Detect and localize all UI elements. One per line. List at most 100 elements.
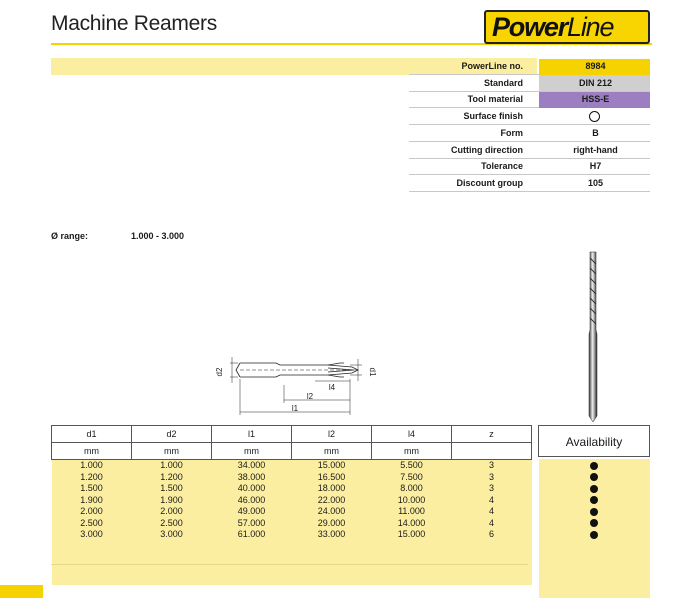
availability-header: Availability <box>538 425 650 457</box>
availability-dot <box>590 530 598 539</box>
unit-cell: mm <box>131 442 212 460</box>
table-row: 3.000 3.000 61.000 33.000 15.000 6 <box>51 529 532 541</box>
spec-label: PowerLine no. <box>461 61 523 71</box>
availability-dot <box>590 496 598 504</box>
column-header: l2 <box>291 425 372 443</box>
spec-value: B <box>592 127 599 138</box>
table-row: 2.500 2.500 57.000 29.000 14.000 4 <box>51 517 532 529</box>
table-cell: 1.200 <box>51 471 132 483</box>
page-title: Machine Reamers <box>51 12 217 35</box>
spec-value: HSS-E <box>581 94 610 105</box>
dimension-table: d1 d2 l1 l2 l4 z mm mm mm mm mm 1.000 1.000 34.000 1… <box>51 425 532 585</box>
table-cell: 29.000 <box>291 517 372 529</box>
label-l4: l4 <box>329 383 336 392</box>
table-cell: 1.500 <box>131 483 212 495</box>
range-value: 1.000 - 3.000 <box>131 231 185 241</box>
reamer-tool-image <box>588 251 598 423</box>
table-cell: 1.000 <box>131 459 212 472</box>
table-cell: 1.500 <box>51 483 132 495</box>
spec-label: Tolerance <box>481 161 523 172</box>
corner-accent <box>0 585 43 598</box>
powerline-logo-text: PowerLine <box>492 12 614 43</box>
table-row: 1.200 1.200 38.000 16.500 7.500 3 <box>51 471 532 483</box>
unit-cell <box>451 442 532 460</box>
spec-label: Tool material <box>467 94 523 105</box>
table-cell: 57.000 <box>211 517 292 529</box>
table-cell: 3 <box>451 483 532 495</box>
table-cell: 2.000 <box>131 506 212 518</box>
spec-value: right-hand <box>573 144 618 155</box>
table-row: 1.000 1.000 34.000 15.000 5.500 3 <box>51 459 532 472</box>
table-cell: 8.000 <box>371 483 452 495</box>
availability-dot <box>590 519 598 527</box>
table-cell: 18.000 <box>291 483 372 495</box>
spec-label: Surface finish <box>463 111 523 122</box>
spec-label: Cutting direction <box>451 144 523 155</box>
table-cell: 10.000 <box>371 494 452 506</box>
label-d2: d2 <box>215 367 224 376</box>
label-l1: l1 <box>292 404 299 413</box>
table-cell: 2.000 <box>51 506 132 518</box>
table-cell: 1.900 <box>51 494 132 506</box>
table-cell: 34.000 <box>211 459 292 472</box>
table-cell: 14.000 <box>371 517 452 529</box>
table-bottom-separator <box>51 564 528 565</box>
table-cell: 1.900 <box>131 494 212 506</box>
table-cell: 15.000 <box>371 529 452 541</box>
table-cell: 15.000 <box>291 459 372 472</box>
table-cell: 22.000 <box>291 494 372 506</box>
table-row: 2.000 2.000 49.000 24.000 11.000 4 <box>51 506 532 518</box>
table-cell: 24.000 <box>291 506 372 518</box>
column-header: l4 <box>371 425 452 443</box>
table-cell: 3.000 <box>131 529 212 541</box>
column-header: d1 <box>51 425 132 443</box>
spec-label: Standard <box>483 77 523 88</box>
table-cell: 33.000 <box>291 529 372 541</box>
table-units-row: mm mm mm mm mm <box>51 442 532 460</box>
logo-light: Line <box>567 12 614 42</box>
spec-value: 105 <box>587 177 604 188</box>
table-cell: 1.000 <box>51 459 132 472</box>
unit-cell: mm <box>371 442 452 460</box>
availability-dot <box>590 473 598 481</box>
spec-value: H7 <box>589 161 602 172</box>
table-row: 1.900 1.900 46.000 22.000 10.000 4 <box>51 494 532 506</box>
table-cell: 4 <box>451 494 532 506</box>
table-cell: 61.000 <box>211 529 292 541</box>
unit-cell: mm <box>211 442 292 460</box>
table-cell: 4 <box>451 517 532 529</box>
table-cell: 1.200 <box>131 471 212 483</box>
availability-dot <box>590 461 598 470</box>
table-cell: 40.000 <box>211 483 292 495</box>
table-cell: 6 <box>451 529 532 541</box>
table-cell: 5.500 <box>371 459 452 472</box>
availability-dot <box>590 507 598 516</box>
logo-bold: Power <box>492 12 568 42</box>
table-cell: 3.000 <box>51 529 132 541</box>
unit-cell: mm <box>291 442 372 460</box>
unit-cell: mm <box>51 442 132 460</box>
column-header: l1 <box>211 425 292 443</box>
table-padding-row <box>51 540 532 585</box>
table-cell: 4 <box>451 506 532 518</box>
table-cell: 3 <box>451 471 532 483</box>
spec-value: DIN 212 <box>578 77 613 88</box>
column-header: z <box>451 425 532 443</box>
column-header: d2 <box>131 425 212 443</box>
spec-label: Form <box>500 127 524 138</box>
spec-label: Discount group <box>456 177 524 188</box>
table-cell: 2.500 <box>51 517 132 529</box>
table-padding-cell <box>51 540 532 585</box>
spec-value: 8984 <box>585 61 606 71</box>
table-cell: 11.000 <box>371 506 452 518</box>
label-d1: d1 <box>368 368 377 377</box>
reamer-dimension-drawing: d2 d1 l4 l2 l1 <box>215 357 377 415</box>
range-label: Ø range: <box>51 231 89 241</box>
table-cell: 16.500 <box>291 471 372 483</box>
table-row: 1.500 1.500 40.000 18.000 8.000 3 <box>51 483 532 495</box>
table-cell: 38.000 <box>211 471 292 483</box>
table-header-row: d1 d2 l1 l2 l4 z <box>51 425 532 443</box>
table-cell: 3 <box>451 459 532 472</box>
table-cell: 49.000 <box>211 506 292 518</box>
table-cell: 2.500 <box>131 517 212 529</box>
